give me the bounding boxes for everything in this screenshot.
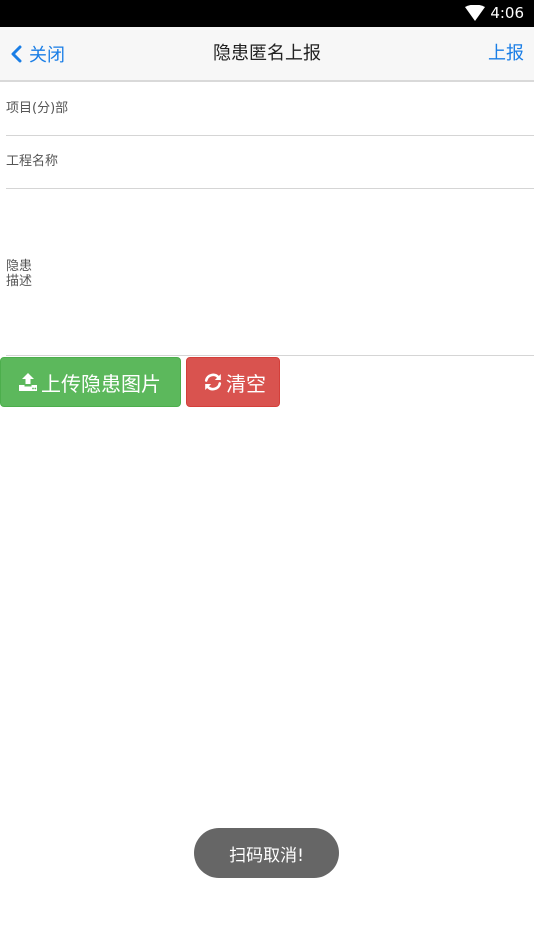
toast-message: 扫码取消! <box>194 828 339 878</box>
description-label: 隐患描述 <box>6 259 33 289</box>
report-button[interactable]: 上报 <box>488 41 524 67</box>
upload-image-label: 上传隐患图片 <box>41 371 161 396</box>
status-time: 4:06 <box>490 4 524 22</box>
clear-button[interactable]: 清空 <box>186 357 280 407</box>
page-title: 隐患匿名上报 <box>213 43 321 64</box>
project-label: 项目(分)部 <box>6 101 69 116</box>
clear-button-label: 清空 <box>226 371 266 396</box>
description-field: 隐患描述 <box>6 189 534 356</box>
status-bar: 4:06 <box>0 0 534 27</box>
project-field: 项目(分)部 <box>6 84 534 136</box>
nav-bar: 关闭 隐患匿名上报 上报 <box>0 27 534 82</box>
project-name-input[interactable] <box>76 144 530 180</box>
wifi-icon <box>465 5 485 21</box>
project-name-label: 工程名称 <box>6 154 59 169</box>
project-name-field: 工程名称 <box>6 136 534 189</box>
upload-icon <box>19 373 37 391</box>
upload-image-button[interactable]: 上传隐患图片 <box>0 357 181 407</box>
description-input[interactable] <box>46 197 530 347</box>
refresh-icon <box>204 373 222 391</box>
project-input[interactable] <box>76 92 530 127</box>
